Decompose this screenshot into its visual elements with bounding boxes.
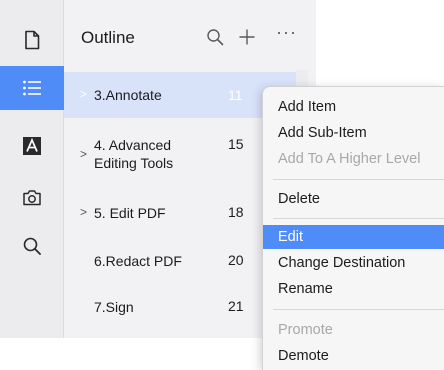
context-menu: Add Item Add Sub-Item Add To A Higher Le… [262, 86, 444, 370]
outline-row-page: 20 [228, 252, 244, 268]
plus-icon [239, 29, 255, 45]
outline-list-icon [23, 80, 41, 96]
sidebar-item-search[interactable] [0, 224, 64, 268]
outline-row-page: 18 [228, 204, 244, 220]
outline-row-label: 5. Edit PDF [94, 205, 166, 221]
menu-item-add-higher-level: Add To A Higher Level [278, 151, 421, 167]
outline-row-page: 21 [228, 298, 244, 314]
menu-item-promote: Promote [278, 322, 333, 338]
search-outline-button[interactable] [204, 26, 226, 48]
menu-item-change-destination[interactable]: Change Destination [263, 251, 444, 275]
menu-item-add-sub-item[interactable]: Add Sub-Item [263, 121, 444, 145]
camera-icon [23, 190, 41, 206]
outline-header: Outline ··· [64, 0, 316, 70]
menu-separator [273, 309, 444, 310]
more-options-button[interactable]: ··· [276, 22, 297, 43]
sidebar-item-thumbnails[interactable] [0, 18, 64, 62]
chevron-right-icon[interactable]: > [80, 205, 87, 219]
outline-row-label: 4. Advanced Editing Tools [94, 137, 174, 171]
menu-item-add-item[interactable]: Add Item [263, 95, 444, 119]
search-icon [207, 29, 224, 46]
menu-separator [273, 218, 444, 219]
menu-separator [273, 179, 444, 180]
menu-item-delete[interactable]: Delete [263, 187, 444, 211]
text-a-icon [23, 137, 41, 155]
menu-item-rename[interactable]: Rename [263, 277, 444, 301]
sidebar-item-text[interactable] [0, 124, 64, 168]
search-icon [23, 237, 41, 255]
outline-row-label: 6.Redact PDF [94, 253, 182, 269]
outline-row-label: 3.Annotate [94, 87, 162, 103]
panel-title: Outline [81, 28, 135, 47]
document-icon [25, 30, 40, 50]
sidebar-rail [0, 0, 64, 338]
outline-row-label: 7.Sign [94, 299, 134, 315]
outline-row-page: 15 [228, 136, 244, 152]
add-outline-button[interactable] [236, 26, 258, 48]
outline-row-page: 11 [228, 87, 243, 103]
menu-item-demote[interactable]: Demote [263, 344, 444, 368]
menu-item-edit[interactable]: Edit [263, 225, 444, 249]
sidebar-item-snapshot[interactable] [0, 176, 64, 220]
chevron-right-icon[interactable]: > [80, 87, 87, 101]
sidebar-item-outline[interactable] [0, 66, 64, 110]
chevron-right-icon[interactable]: > [80, 147, 87, 161]
